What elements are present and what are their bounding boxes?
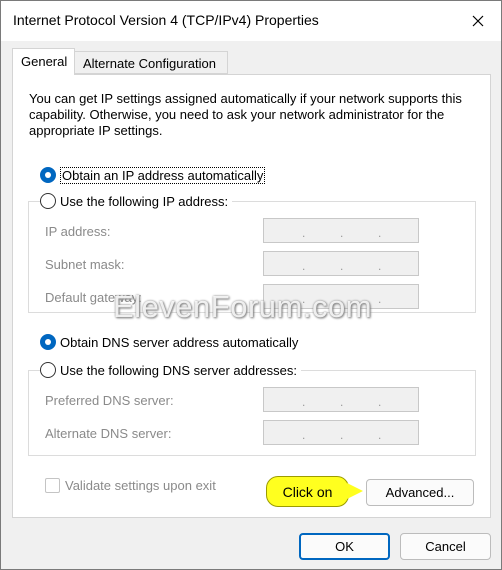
tab-alternate-configuration[interactable]: Alternate Configuration — [74, 51, 228, 74]
ip-address-label: IP address: — [45, 224, 111, 239]
click-on-callout: Click on — [266, 476, 349, 507]
use-following-dns-radio[interactable]: Use the following DNS server addresses: — [40, 361, 301, 379]
obtain-ip-auto-radio[interactable]: Obtain an IP address automatically — [40, 166, 266, 184]
subnet-mask-input[interactable]: ... — [263, 251, 419, 276]
radio-unchecked-icon — [40, 193, 56, 209]
obtain-dns-auto-radio[interactable]: Obtain DNS server address automatically — [40, 333, 298, 351]
preferred-dns-label: Preferred DNS server: — [45, 393, 174, 408]
callout-arrow-icon — [347, 483, 363, 499]
window-title: Internet Protocol Version 4 (TCP/IPv4) P… — [13, 12, 319, 28]
validate-settings-label: Validate settings upon exit — [65, 478, 216, 493]
radio-checked-icon — [40, 334, 56, 350]
obtain-ip-auto-label: Obtain an IP address automatically — [60, 166, 266, 184]
close-button[interactable] — [455, 1, 501, 41]
dialog-window: Internet Protocol Version 4 (TCP/IPv4) P… — [0, 0, 502, 570]
alternate-dns-input[interactable]: ... — [263, 420, 419, 445]
tab-alternate-configuration-label: Alternate Configuration — [83, 56, 216, 71]
alternate-dns-label: Alternate DNS server: — [45, 426, 172, 441]
ip-address-input[interactable]: ... — [263, 218, 419, 243]
tab-general[interactable]: General — [12, 48, 75, 75]
ok-button[interactable]: OK — [299, 533, 390, 560]
tab-general-label: General — [21, 54, 68, 69]
validate-settings-checkbox[interactable]: Validate settings upon exit — [45, 478, 216, 493]
use-following-ip-radio[interactable]: Use the following IP address: — [40, 192, 233, 210]
title-bar: Internet Protocol Version 4 (TCP/IPv4) P… — [1, 1, 501, 41]
close-icon — [472, 15, 484, 27]
description-text: You can get IP settings assigned automat… — [29, 91, 462, 138]
preferred-dns-input[interactable]: ... — [263, 387, 419, 412]
checkbox-unchecked-icon — [45, 478, 60, 493]
cancel-button[interactable]: Cancel — [400, 533, 491, 560]
radio-unchecked-icon — [40, 362, 56, 378]
advanced-button[interactable]: Advanced... — [366, 479, 474, 506]
use-following-ip-label: Use the following IP address: — [60, 193, 229, 209]
radio-checked-icon — [40, 167, 56, 183]
watermark: ElevenForum.com — [113, 289, 373, 324]
subnet-mask-label: Subnet mask: — [45, 257, 125, 272]
obtain-dns-auto-label: Obtain DNS server address automatically — [60, 334, 299, 350]
use-following-dns-label: Use the following DNS server addresses: — [60, 362, 297, 378]
